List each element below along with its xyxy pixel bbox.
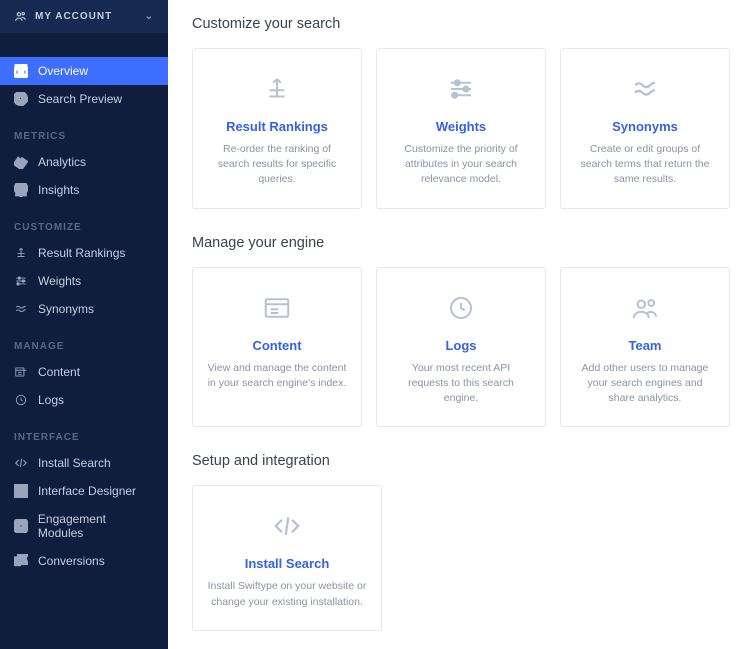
team-icon: [575, 290, 715, 326]
nav-label: Search Preview: [38, 92, 122, 106]
card-title: Weights: [391, 119, 531, 134]
nav-label: Synonyms: [38, 302, 94, 316]
section-title: Manage your engine: [192, 235, 730, 251]
card-row: Install Search Install Swiftype on your w…: [192, 485, 730, 630]
engagement-icon: [14, 519, 28, 533]
sidebar-item-synonyms[interactable]: Synonyms: [0, 295, 168, 323]
nav-label: Overview: [38, 64, 88, 78]
sliders-icon: [14, 274, 28, 288]
sidebar-item-analytics[interactable]: Analytics: [0, 148, 168, 176]
card-weights[interactable]: Weights Customize the priority of attribu…: [376, 48, 546, 209]
nav-label: Engagement Modules: [38, 512, 154, 540]
nav-label: Insights: [38, 183, 79, 197]
card-title: Install Search: [207, 556, 367, 571]
sidebar-item-engagement-modules[interactable]: Engagement Modules: [0, 505, 168, 547]
card-result-rankings[interactable]: Result Rankings Re-order the ranking of s…: [192, 48, 362, 209]
sidebar-item-install-search[interactable]: Install Search: [0, 449, 168, 477]
flag-icon: [14, 554, 28, 568]
approx-icon: [575, 71, 715, 107]
nav-label: Result Rankings: [38, 246, 125, 260]
card-description: View and manage the content in your sear…: [207, 361, 347, 391]
chevron-down-icon: ⌄: [145, 11, 154, 22]
search-icon: [14, 92, 28, 106]
card-description: Install Swiftype on your website or chan…: [207, 579, 367, 609]
card-row: Content View and manage the content in yo…: [192, 267, 730, 428]
content-icon: [14, 365, 28, 379]
card-title: Logs: [391, 338, 531, 353]
card-install-search[interactable]: Install Search Install Swiftype on your w…: [192, 485, 382, 630]
users-icon: [14, 10, 27, 23]
sidebar-item-logs[interactable]: Logs: [0, 386, 168, 414]
rankings-icon: [207, 71, 347, 107]
card-team[interactable]: Team Add other users to manage your searc…: [560, 267, 730, 428]
card-description: Re-order the ranking of search results f…: [207, 142, 347, 188]
sidebar: MY ACCOUNT ⌄ Overview Search Preview METR…: [0, 0, 168, 649]
sidebar-item-content[interactable]: Content: [0, 358, 168, 386]
clock-icon: [391, 290, 531, 326]
rankings-icon: [14, 246, 28, 260]
sidebar-item-result-rankings[interactable]: Result Rankings: [0, 239, 168, 267]
sliders-icon: [391, 71, 531, 107]
code-icon: [207, 508, 367, 544]
sidebar-section-label: MANAGE: [0, 323, 168, 358]
nav-label: Analytics: [38, 155, 86, 169]
binoculars-icon: [14, 64, 28, 78]
card-title: Team: [575, 338, 715, 353]
card-row: Result Rankings Re-order the ranking of s…: [192, 48, 730, 209]
code-icon: [14, 456, 28, 470]
sidebar-section-label: CUSTOMIZE: [0, 204, 168, 239]
card-title: Content: [207, 338, 347, 353]
card-description: Add other users to manage your search en…: [575, 361, 715, 407]
card-description: Create or edit groups of search terms th…: [575, 142, 715, 188]
account-switcher[interactable]: MY ACCOUNT ⌄: [0, 0, 168, 33]
sidebar-item-insights[interactable]: Insights: [0, 176, 168, 204]
nav-label: Content: [38, 365, 80, 379]
sidebar-item-weights[interactable]: Weights: [0, 267, 168, 295]
card-title: Result Rankings: [207, 119, 347, 134]
nav-label: Conversions: [38, 554, 105, 568]
nav-label: Interface Designer: [38, 484, 136, 498]
designer-icon: [14, 484, 28, 498]
analytics-icon: [14, 155, 28, 169]
card-logs[interactable]: Logs Your most recent API requests to thi…: [376, 267, 546, 428]
sidebar-item-conversions[interactable]: Conversions: [0, 547, 168, 575]
bulb-icon: [14, 183, 28, 197]
card-title: Synonyms: [575, 119, 715, 134]
sidebar-section-label: METRICS: [0, 113, 168, 148]
card-content[interactable]: Content View and manage the content in yo…: [192, 267, 362, 428]
account-label: MY ACCOUNT: [35, 11, 112, 22]
section-title: Customize your search: [192, 16, 730, 32]
nav-label: Logs: [38, 393, 64, 407]
sidebar-item-interface-designer[interactable]: Interface Designer: [0, 477, 168, 505]
section-title: Setup and integration: [192, 453, 730, 469]
card-description: Customize the priority of attributes in …: [391, 142, 531, 188]
content-icon: [207, 290, 347, 326]
card-description: Your most recent API requests to this se…: [391, 361, 531, 407]
card-synonyms[interactable]: Synonyms Create or edit groups of search …: [560, 48, 730, 209]
main-content: Customize your search Result Rankings Re-o…: [168, 0, 750, 649]
nav-label: Install Search: [38, 456, 111, 470]
sidebar-item-search-preview[interactable]: Search Preview: [0, 85, 168, 113]
clock-icon: [14, 393, 28, 407]
approx-icon: [14, 302, 28, 316]
sidebar-section-label: INTERFACE: [0, 414, 168, 449]
sidebar-item-overview[interactable]: Overview: [0, 57, 168, 85]
nav-label: Weights: [38, 274, 81, 288]
